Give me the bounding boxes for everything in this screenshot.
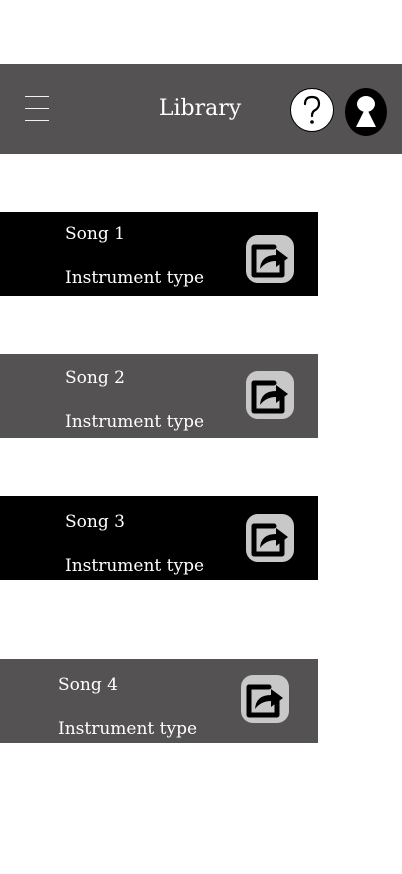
menu-icon-line (25, 108, 49, 109)
share-button[interactable] (244, 512, 296, 564)
song-instrument: Instrument type (65, 556, 205, 576)
menu-icon-line (25, 96, 49, 97)
app-header: Library (0, 64, 402, 154)
person-silhouette-icon (345, 88, 387, 136)
song-instrument: Instrument type (58, 719, 198, 739)
song-card[interactable]: Song 1 Instrument type (0, 212, 318, 296)
profile-button[interactable] (345, 88, 387, 136)
share-button[interactable] (244, 369, 296, 421)
share-icon (246, 235, 294, 283)
menu-button[interactable] (22, 94, 52, 124)
page-title: Library (158, 96, 242, 121)
song-card[interactable]: Song 2 Instrument type (0, 354, 318, 438)
menu-icon-line (25, 120, 49, 121)
question-mark-icon (303, 95, 321, 124)
share-icon (246, 514, 294, 562)
song-title: Song 2 (65, 368, 125, 388)
song-title: Song 4 (58, 675, 118, 695)
song-instrument: Instrument type (65, 268, 205, 288)
share-icon (241, 675, 289, 723)
share-icon (246, 371, 294, 419)
song-title: Song 3 (65, 512, 125, 532)
share-button[interactable] (244, 233, 296, 285)
song-instrument: Instrument type (65, 412, 205, 432)
song-card[interactable]: Song 4 Instrument type (0, 659, 318, 743)
share-button[interactable] (239, 673, 291, 725)
song-card[interactable]: Song 3 Instrument type (0, 496, 318, 580)
help-button[interactable] (290, 88, 334, 132)
song-title: Song 1 (65, 224, 125, 244)
